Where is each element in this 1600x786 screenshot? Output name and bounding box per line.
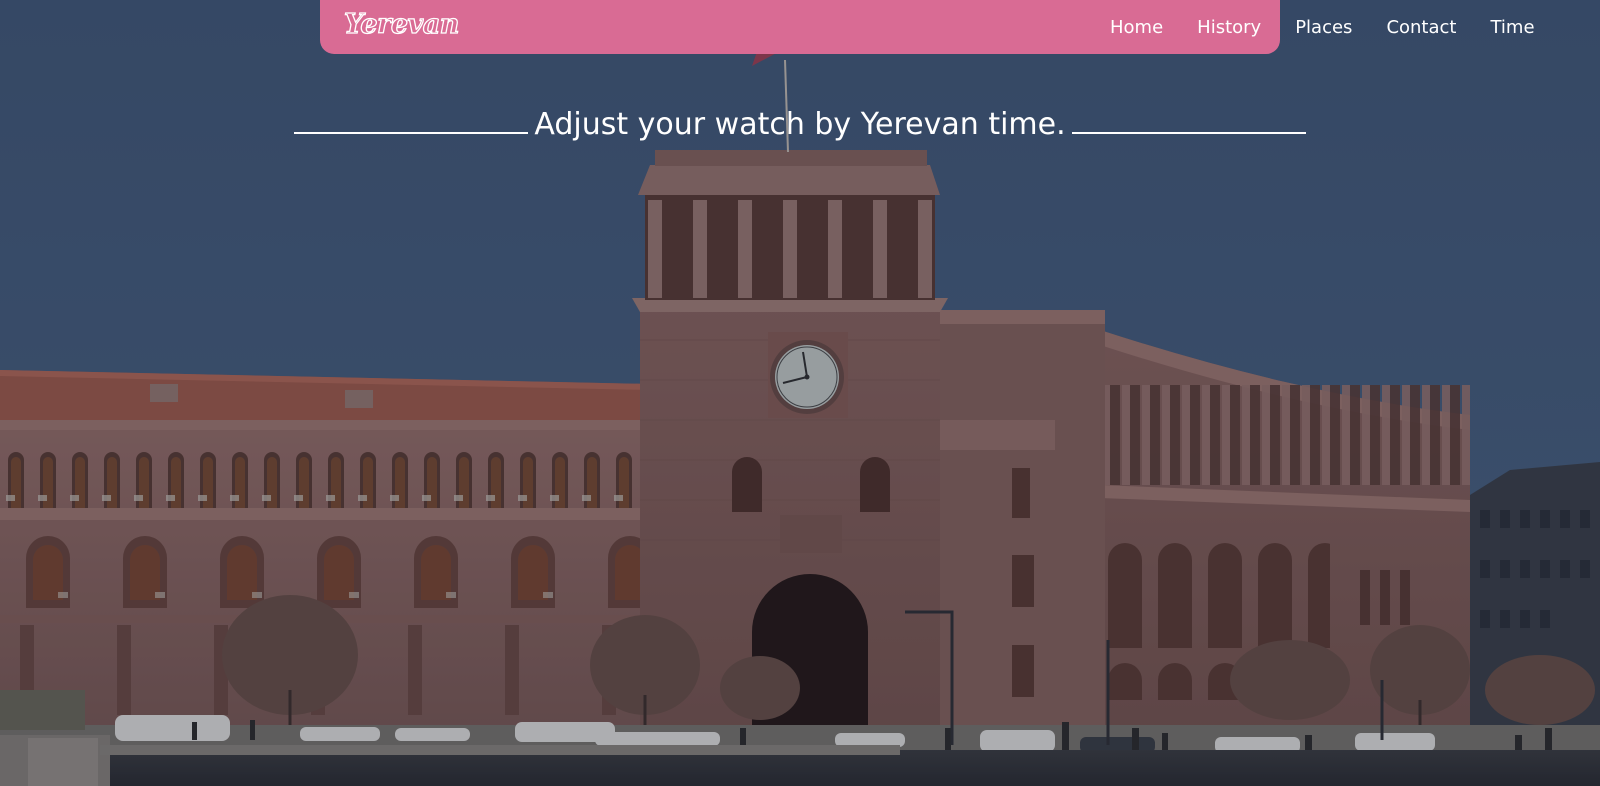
navbar: Yerevan Home History Places Contact Time xyxy=(320,0,1535,54)
nav-link-history[interactable]: History xyxy=(1197,17,1261,38)
nav-links: Home History Places Contact Time xyxy=(1110,0,1535,54)
page-title: Adjust your watch by Yerevan time. xyxy=(534,106,1066,142)
brand-logo[interactable]: Yerevan xyxy=(343,8,460,40)
headline-rule-right xyxy=(1071,132,1306,134)
nav-link-places[interactable]: Places xyxy=(1295,17,1352,38)
nav-link-time[interactable]: Time xyxy=(1490,17,1534,38)
nav-link-contact[interactable]: Contact xyxy=(1386,17,1456,38)
headline-rule-left xyxy=(294,132,529,134)
nav-link-home[interactable]: Home xyxy=(1110,17,1163,38)
hero-headline: Adjust your watch by Yerevan time. xyxy=(294,102,1306,146)
